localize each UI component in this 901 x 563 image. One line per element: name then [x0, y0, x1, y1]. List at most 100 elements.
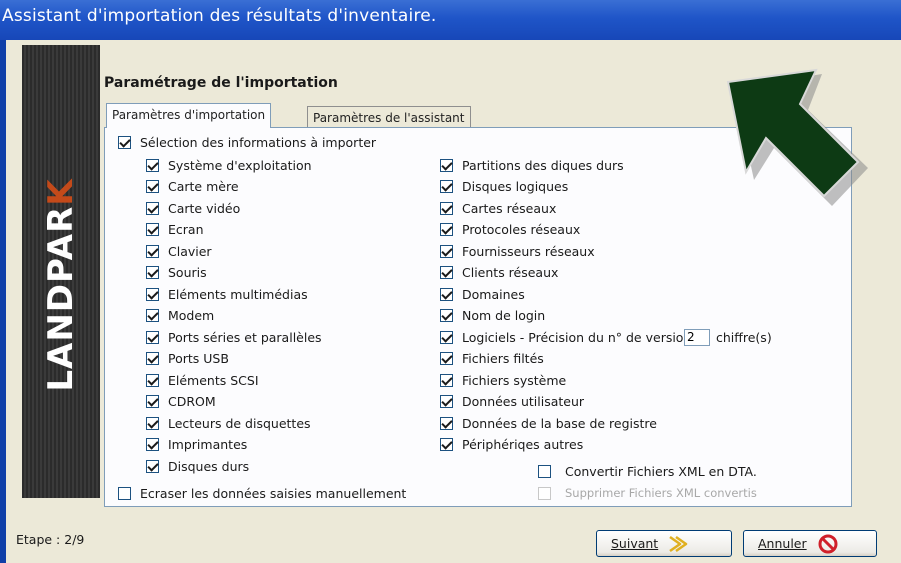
option-checkbox[interactable]: Carte vidéo — [146, 199, 240, 217]
checkbox-label: Disques durs — [168, 458, 250, 474]
convert-xml-checkbox[interactable]: Convertir Fichiers XML en DTA. — [538, 462, 757, 480]
option-checkbox[interactable]: Carte mère — [146, 178, 239, 196]
option-checkbox[interactable]: Eléments multimédias — [146, 285, 308, 303]
checkbox-box[interactable] — [440, 373, 453, 387]
option-checkbox[interactable]: Logiciels - Précision du n° de version — [440, 328, 691, 346]
checkbox-box[interactable] — [440, 416, 453, 430]
checkbox-box[interactable] — [146, 223, 159, 236]
checkbox-box[interactable] — [146, 180, 159, 193]
title-bar[interactable]: Assistant d'importation des résultats d'… — [0, 0, 901, 40]
checkbox-box[interactable] — [440, 244, 453, 258]
checkbox-label: Convertir Fichiers XML en DTA. — [565, 463, 757, 479]
no-entry-icon — [818, 534, 838, 553]
checkbox-label: Logiciels - Précision du n° de version — [462, 329, 692, 345]
option-checkbox[interactable]: Protocoles réseaux — [440, 221, 580, 239]
checkbox-box[interactable] — [440, 395, 453, 408]
option-checkbox[interactable]: Clients réseaux — [440, 264, 558, 282]
checkbox-label: Ports USB — [168, 351, 229, 366]
section-title: Paramétrage de l'importation — [104, 75, 338, 91]
checkbox-label: Partitions des diques durs — [462, 157, 624, 173]
checkbox-box[interactable] — [440, 438, 453, 451]
checkbox-box[interactable] — [538, 464, 551, 478]
checkbox-label: Système d'exploitation — [168, 157, 312, 173]
option-checkbox[interactable]: Clavier — [146, 242, 212, 260]
version-precision-group: chiffre(s) — [678, 328, 772, 346]
checkbox-box[interactable] — [538, 486, 551, 500]
option-checkbox[interactable]: CDROM — [146, 393, 216, 411]
option-checkbox[interactable]: Disques logiques — [440, 178, 568, 196]
checkbox-box[interactable] — [146, 438, 159, 451]
option-checkbox[interactable]: Domaines — [440, 285, 525, 303]
window-left-border — [0, 40, 6, 563]
option-checkbox[interactable]: Fournisseurs réseaux — [440, 242, 595, 260]
option-checkbox[interactable]: Partitions des diques durs — [440, 156, 624, 174]
option-checkbox[interactable]: Disques durs — [146, 457, 249, 475]
checkbox-box[interactable] — [146, 244, 159, 258]
checkbox-label: Périphériqes autres — [462, 437, 584, 452]
next-button[interactable]: Suivant — [596, 530, 732, 557]
chevron-right-icon — [669, 535, 688, 552]
checkbox-box[interactable] — [440, 287, 453, 301]
checkbox-label: Eléments multimédias — [168, 286, 308, 302]
checkbox-box[interactable] — [146, 459, 159, 473]
window-title: Assistant d'importation des résultats d'… — [2, 6, 437, 26]
option-checkbox[interactable]: Fichiers système — [440, 371, 566, 389]
tab-import-settings[interactable]: Paramètres d'importation — [106, 103, 272, 128]
option-checkbox[interactable]: Périphériqes autres — [440, 436, 583, 454]
checkbox-box[interactable] — [440, 352, 453, 365]
tab-wizard-settings[interactable]: Paramètres de l'assistant — [307, 106, 471, 128]
checkbox-box[interactable] — [146, 201, 159, 215]
option-checkbox[interactable]: Cartes réseaux — [440, 199, 556, 217]
checkbox-box[interactable] — [440, 266, 453, 279]
checkbox-box[interactable] — [146, 330, 159, 344]
checkbox-label: Ecraser les données saisies manuellement — [140, 485, 407, 501]
checkbox-box[interactable] — [118, 135, 131, 149]
checkbox-box[interactable] — [440, 330, 453, 344]
checkbox-box[interactable] — [146, 373, 159, 387]
version-precision-input[interactable] — [684, 328, 710, 346]
checkbox-label: Nom de login — [462, 308, 546, 323]
checkbox-label: Lecteurs de disquettes — [168, 415, 311, 431]
option-checkbox[interactable]: Eléments SCSI — [146, 371, 259, 389]
cancel-button[interactable]: Annuler — [743, 530, 877, 557]
checkbox-box[interactable] — [440, 223, 453, 236]
checkbox-label: Fournisseurs réseaux — [462, 243, 595, 259]
delete-xml-checkbox[interactable]: Supprimer Fichiers XML convertis — [538, 484, 757, 502]
checkbox-label: Données utilisateur — [462, 394, 585, 409]
next-button-label: Suivant — [611, 536, 659, 551]
option-checkbox[interactable]: Ecran — [146, 221, 204, 239]
checkbox-box[interactable] — [146, 309, 159, 322]
checkbox-box[interactable] — [146, 395, 159, 408]
checkbox-label: Clients réseaux — [462, 265, 559, 280]
checkbox-box[interactable] — [440, 309, 453, 322]
option-checkbox[interactable]: Nom de login — [440, 307, 545, 325]
checkbox-box[interactable] — [440, 158, 453, 172]
checkbox-box[interactable] — [440, 180, 453, 193]
option-checkbox[interactable]: Lecteurs de disquettes — [146, 414, 311, 432]
brand-sidebar: LANDPARK LANDPARK — [22, 45, 153, 498]
option-checkbox[interactable]: Modem — [146, 307, 214, 325]
checkbox-box[interactable] — [440, 201, 453, 215]
option-checkbox[interactable]: Souris — [146, 264, 207, 282]
checkbox-label: Ecran — [168, 222, 204, 237]
step-indicator: Etape : 2/9 — [16, 532, 85, 547]
checkbox-box[interactable] — [146, 158, 159, 172]
checkbox-box[interactable] — [118, 486, 131, 500]
brand-logo: LANDPARK — [41, 178, 81, 392]
checkbox-box[interactable] — [146, 287, 159, 301]
checkbox-label: Supprimer Fichiers XML convertis — [565, 486, 757, 500]
option-checkbox[interactable]: Fichiers filtés — [440, 350, 544, 368]
checkbox-label: Protocoles réseaux — [462, 222, 581, 237]
option-checkbox[interactable]: Données utilisateur — [440, 393, 584, 411]
option-checkbox[interactable]: Système d'exploitation — [146, 156, 312, 174]
option-checkbox[interactable]: Données de la base de registre — [440, 414, 657, 432]
checkbox-box[interactable] — [146, 266, 159, 279]
checkbox-box[interactable] — [146, 416, 159, 430]
option-checkbox[interactable]: Ports séries et parallèles — [146, 328, 322, 346]
option-checkbox[interactable]: Ports USB — [146, 350, 229, 368]
checkbox-label: Fichiers filtés — [462, 351, 544, 366]
select-all-checkbox[interactable]: Sélection des informations à importer — [118, 133, 376, 151]
overwrite-manual-checkbox[interactable]: Ecraser les données saisies manuellement — [118, 484, 406, 502]
checkbox-box[interactable] — [146, 352, 159, 365]
option-checkbox[interactable]: Imprimantes — [146, 436, 247, 454]
